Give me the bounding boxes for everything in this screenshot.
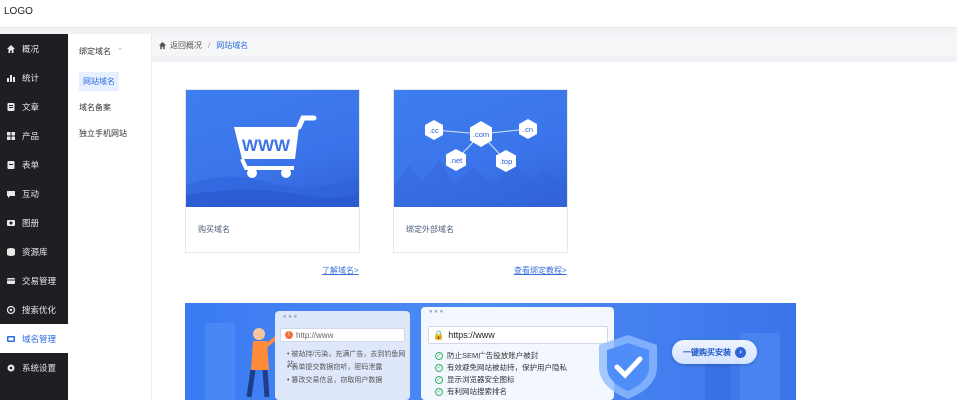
subnav-item-domain-filing[interactable]: 域名备案 <box>68 94 151 120</box>
sidebar-item-label: 文章 <box>22 101 40 112</box>
bind-domain-banner: .cc .com .cn .net .top <box>394 90 567 207</box>
buy-domain-banner: WWW <box>186 90 359 207</box>
subnav-item-mobile-site[interactable]: 独立手机网站 <box>68 120 151 146</box>
check-icon: ✓ <box>435 387 443 396</box>
svg-text:.cc: .cc <box>429 126 439 135</box>
sidebar-item-label: 资源库 <box>22 246 48 257</box>
subnav-item-website-domain[interactable]: 网站域名 <box>68 68 151 94</box>
learn-domain-link[interactable]: 了解域名> <box>322 265 359 276</box>
sub-navigation: 绑定域名 ⌃ 网站域名 域名备案 独立手机网站 <box>68 34 152 400</box>
album-icon <box>6 218 16 228</box>
warning-icon: ! <box>285 331 293 339</box>
lock-icon: 🔒 <box>433 329 445 340</box>
sidebar-item-form[interactable]: 表单 <box>0 150 68 179</box>
one-click-buy-install-button[interactable]: 一键购买安装 › <box>672 340 757 364</box>
bind-external-domain-card[interactable]: .cc .com .cn .net .top 绑定外部域名 <box>393 89 568 253</box>
secure-point: ✓ 有利网站搜索排名 <box>435 387 507 396</box>
seo-icon <box>6 305 16 315</box>
svg-text:.cn: .cn <box>523 125 533 134</box>
home-icon <box>158 41 167 49</box>
sidebar-item-label: 统计 <box>22 72 40 83</box>
buy-domain-card[interactable]: WWW 购买域名 <box>185 89 360 253</box>
arrow-right-icon: › <box>735 346 746 358</box>
grid-icon <box>6 131 16 141</box>
sidebar-item-trade[interactable]: 交易管理 <box>0 266 68 295</box>
sidebar-item-seo[interactable]: 搜索优化 <box>0 295 68 324</box>
article-icon <box>6 102 16 112</box>
domain-icon <box>6 334 16 344</box>
chevron-up-icon: ⌃ <box>117 48 123 55</box>
check-icon: ✓ <box>435 375 443 384</box>
check-icon: ✓ <box>435 351 443 360</box>
logo: LOGO <box>4 6 33 17</box>
gear-icon <box>6 363 16 373</box>
buy-domain-caption: 购买域名 <box>198 225 230 234</box>
insecure-point: • 表单提交数据窃听，密码泄露 <box>287 364 383 371</box>
insecure-url-bar: ! http://www <box>280 328 405 342</box>
view-tutorial-link[interactable]: 查看绑定教程> <box>514 265 567 276</box>
bind-external-domain-caption: 绑定外部域名 <box>406 225 454 234</box>
secure-point: ✓ 有效避免网站被劫持，保护用户隐私 <box>435 363 567 372</box>
sidebar-item-domain[interactable]: 域名管理 <box>0 324 68 353</box>
form-icon <box>6 160 16 170</box>
sidebar-item-label: 产品 <box>22 130 40 141</box>
sidebar-item-gear[interactable]: 系统设置 <box>0 353 68 382</box>
sidebar-item-label: 概况 <box>22 43 40 54</box>
chat-icon <box>6 189 16 199</box>
main-content: WWW 购买域名 .cc .com .cn .net .top 绑定外部域名 了… <box>152 62 957 400</box>
secure-point: ✓ 防止SEM广告投放账户被封 <box>435 351 539 360</box>
breadcrumb-current: 网站域名 <box>216 40 249 50</box>
trade-icon <box>6 276 16 286</box>
check-icon: ✓ <box>435 363 443 372</box>
sidebar-item-label: 系统设置 <box>22 362 57 373</box>
sidebar-item-album[interactable]: 图册 <box>0 208 68 237</box>
sidebar: 概况统计文章产品表单互动图册资源库交易管理搜索优化域名管理系统设置 <box>0 34 68 400</box>
subnav-group-header[interactable]: 绑定域名 ⌃ <box>68 34 151 68</box>
domain-network-icon: .cc .com .cn .net .top <box>394 119 567 207</box>
home-icon <box>6 44 16 54</box>
sidebar-item-chat[interactable]: 互动 <box>0 179 68 208</box>
sidebar-item-label: 域名管理 <box>22 333 57 344</box>
secure-browser-window: ● ● ● 🔒 https://www ✓ 防止SEM广告投放账户被封 ✓ 有效避免… <box>421 307 614 400</box>
sidebar-item-home[interactable]: 概况 <box>0 34 68 63</box>
breadcrumb-separator: / <box>208 40 211 50</box>
sidebar-item-article[interactable]: 文章 <box>0 92 68 121</box>
insecure-browser-window: ● ● ● ! http://www • 被劫持/污染，充满广告，去到钓鱼网站 … <box>275 311 410 400</box>
sidebar-item-chart[interactable]: 统计 <box>0 63 68 92</box>
sidebar-item-label: 图册 <box>22 217 40 228</box>
chart-icon <box>6 73 16 83</box>
breadcrumb-back-link[interactable]: 返回概况 <box>170 40 202 51</box>
window-dots-icon: ● ● ● <box>429 309 444 315</box>
insecure-point: • 篡改交易信息，窃取用户数据 <box>287 377 383 384</box>
shopping-cart-icon: WWW <box>186 115 359 207</box>
sidebar-item-grid[interactable]: 产品 <box>0 121 68 150</box>
sidebar-item-label: 搜索优化 <box>22 304 57 315</box>
svg-text:.com: .com <box>473 130 489 139</box>
svg-text:.net: .net <box>450 156 463 165</box>
secure-point: ✓ 显示浏览器安全图标 <box>435 375 515 384</box>
breadcrumb: 返回概况 / 网站域名 <box>152 34 957 56</box>
sidebar-item-label: 表单 <box>22 159 40 170</box>
sidebar-item-label: 互动 <box>22 188 40 199</box>
ssl-promo-banner: ● ● ● ! http://www • 被劫持/污染，充满广告，去到钓鱼网站 … <box>185 303 796 400</box>
sidebar-item-label: 交易管理 <box>22 275 57 286</box>
sidebar-item-database[interactable]: 资源库 <box>0 237 68 266</box>
window-dots-icon: ● ● ● <box>283 314 298 320</box>
database-icon <box>6 247 16 257</box>
svg-text:WWW: WWW <box>242 136 291 155</box>
subnav-group-label: 绑定域名 <box>79 46 111 56</box>
svg-text:.top: .top <box>500 157 513 166</box>
top-bar: LOGO <box>0 0 957 28</box>
secure-url-bar: 🔒 https://www <box>428 326 608 344</box>
shield-icon <box>599 335 657 399</box>
